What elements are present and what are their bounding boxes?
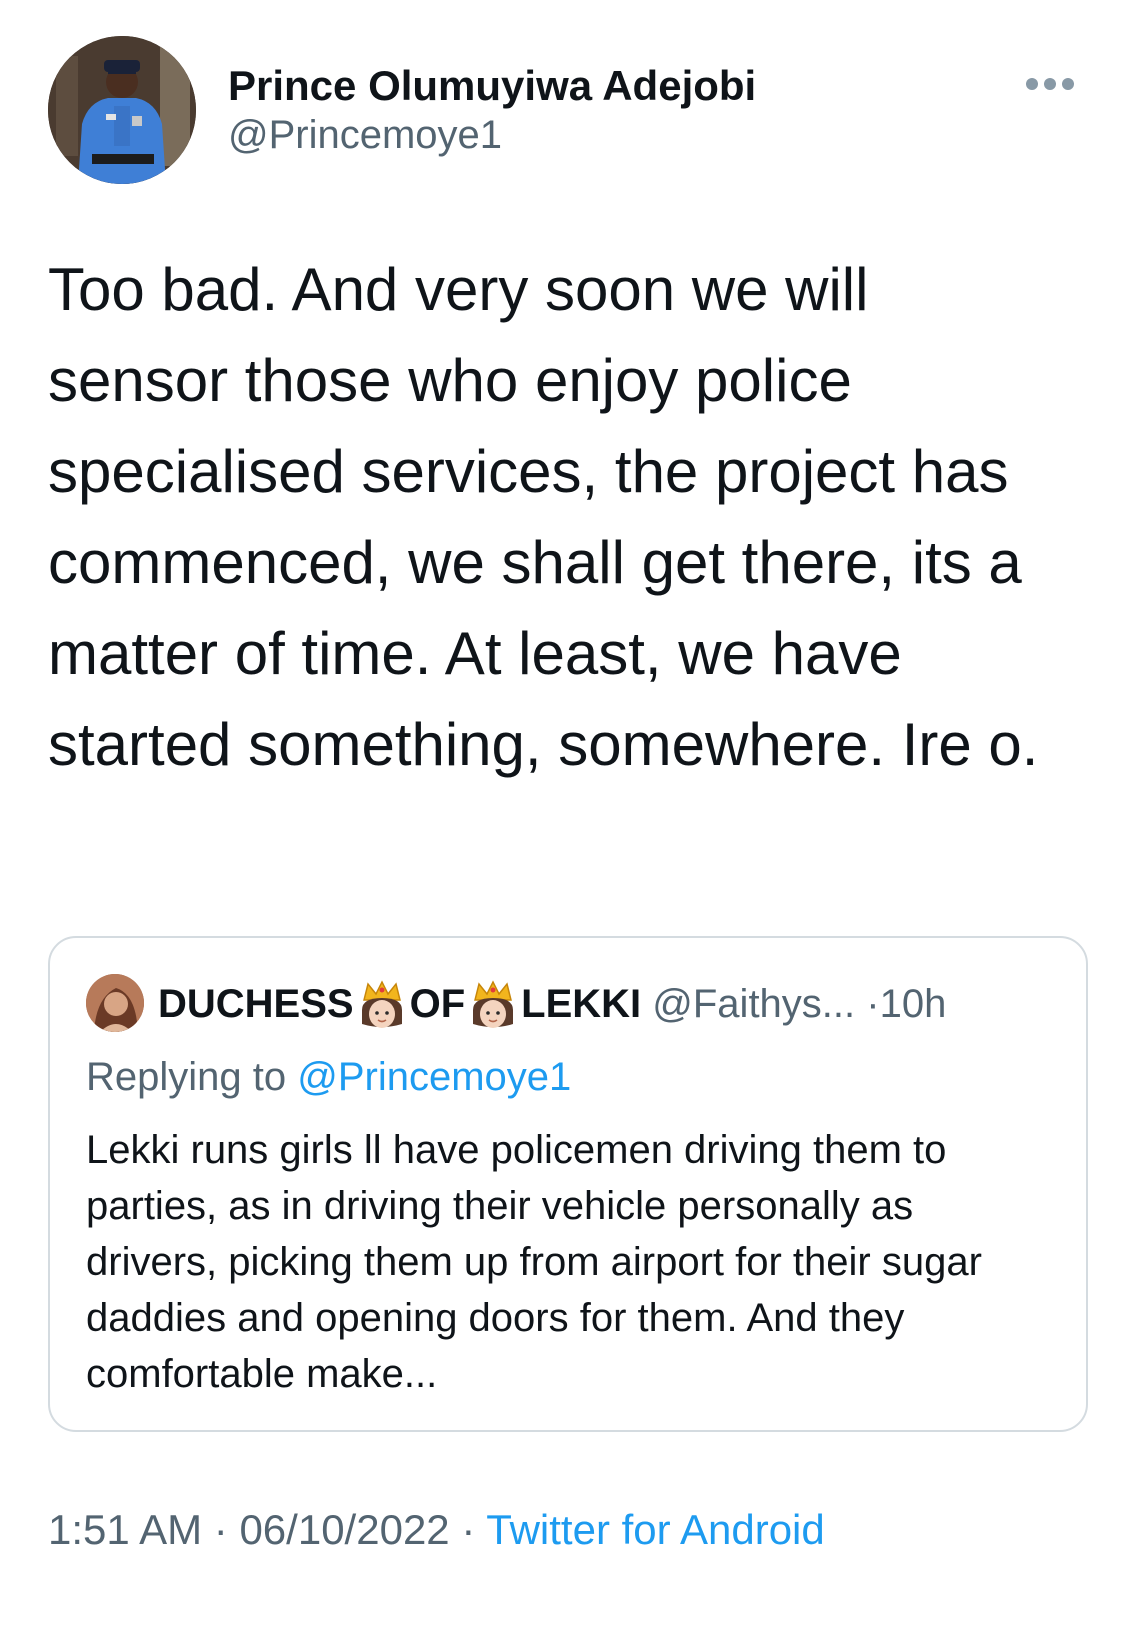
- footer-separator: ·: [461, 1506, 476, 1553]
- quoted-tweet-card[interactable]: DUCHESS OF LEKKI @Faithys... ·10h Replyi…: [48, 936, 1088, 1432]
- replying-prefix: Replying to: [86, 1055, 287, 1099]
- tweet-date[interactable]: 06/10/2022: [239, 1506, 449, 1553]
- tweet-time[interactable]: 1:51 AM: [48, 1506, 202, 1553]
- tweet-text: Too bad. And very soon we will sensor th…: [48, 256, 1039, 778]
- replying-mention-link[interactable]: @Princemoye1: [297, 1055, 571, 1099]
- princess-emoji-icon: [469, 980, 517, 1032]
- quoted-name-part2: OF: [409, 982, 466, 1026]
- quoted-tweet-text: Lekki runs girls ll have policemen drivi…: [86, 1128, 982, 1396]
- princess-emoji-icon: [358, 980, 406, 1032]
- quoted-author-avatar: [86, 974, 144, 1032]
- author-names: Prince Olumuyiwa Adejobi @Princemoye1: [228, 62, 756, 160]
- quoted-author-handle: @Faithys...: [652, 982, 856, 1026]
- author-display-name[interactable]: Prince Olumuyiwa Adejobi: [228, 62, 756, 110]
- quoted-author-name: DUCHESS OF LEKKI @Faithys... ·10h: [158, 974, 946, 1034]
- author-handle[interactable]: @Princemoye1: [228, 110, 756, 160]
- footer-separator: ·: [213, 1506, 228, 1553]
- quoted-name-part3: LEKKI: [521, 982, 642, 1026]
- tweet-header: Prince Olumuyiwa Adejobi @Princemoye1: [48, 36, 1088, 186]
- replying-to-line: Replying to @Princemoye1: [86, 1052, 571, 1102]
- tweet-source-link[interactable]: Twitter for Android: [486, 1506, 824, 1553]
- quoted-time: 10h: [879, 982, 947, 1026]
- ellipsis-icon[interactable]: [1026, 74, 1074, 94]
- quoted-name-part1: DUCHESS: [158, 982, 354, 1026]
- author-avatar[interactable]: [48, 36, 196, 184]
- quoted-separator: ·: [866, 982, 880, 1026]
- tweet-footer: 1:51 AM · 06/10/2022 · Twitter for Andro…: [48, 1500, 825, 1560]
